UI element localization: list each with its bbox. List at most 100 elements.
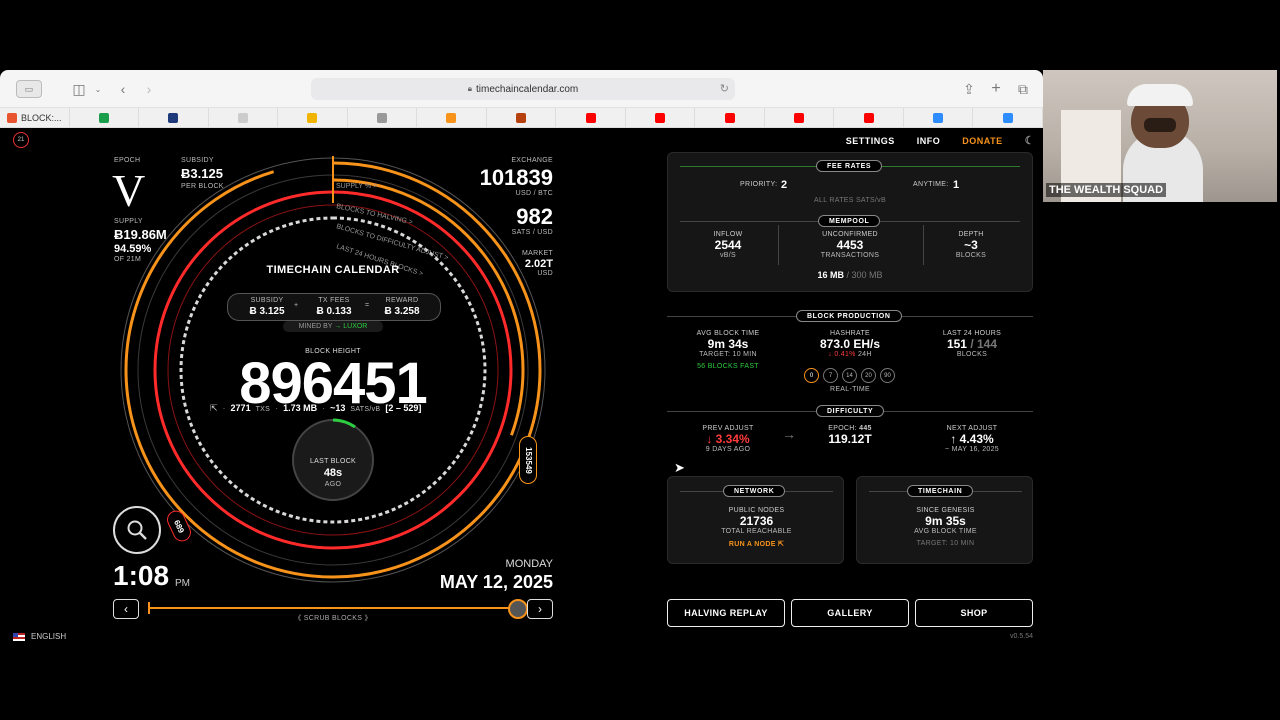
sidebar-icon: ◫ <box>72 80 86 97</box>
exchange-value: 101839 <box>479 165 553 190</box>
run-a-node-link[interactable]: RUN A NODE ⇱ <box>668 540 845 548</box>
site-logo-icon[interactable]: 21 <box>13 132 29 148</box>
subsidy-label: SUBSIDY <box>181 157 214 164</box>
browser-tab[interactable] <box>695 108 765 128</box>
shop-button[interactable]: SHOP <box>915 599 1033 627</box>
reload-icon[interactable]: ↻ <box>720 82 729 95</box>
total-reachable-label: TOTAL REACHABLE <box>721 528 792 535</box>
browser-tab[interactable] <box>834 108 904 128</box>
tx-fees-value: Ƀ 0.133 <box>316 306 352 317</box>
usd-btc-label: USD / BTC <box>515 190 553 197</box>
site-title: TIMECHAIN CALENDAR <box>266 264 400 276</box>
tab-favicon-icon <box>446 113 457 123</box>
next-adjust-stat: NEXT ADJUST ↑ 4.43% ~ MAY 16, 2025 <box>930 425 1014 453</box>
supply-percent: 94.59% <box>114 243 152 255</box>
tab-favicon-icon <box>7 113 17 123</box>
mempool-col-divider <box>923 225 924 265</box>
mined-by-row: MINED BY → LUXOR <box>283 321 383 332</box>
mouse-cursor-icon: ➤ <box>674 460 685 475</box>
next-block-button[interactable]: › <box>527 599 553 619</box>
depth-label: DEPTH <box>958 231 984 238</box>
gallery-button[interactable]: GALLERY <box>791 599 909 627</box>
hashrate-window-90[interactable]: 90 <box>880 368 895 383</box>
hashrate-window-0[interactable]: 0 <box>804 368 819 383</box>
miner-name[interactable]: → LUXOR <box>334 323 367 330</box>
market-unit: USD <box>537 270 553 277</box>
browser-tab[interactable]: BLOCK:... <box>0 108 70 128</box>
plus-icon: + <box>991 80 1001 97</box>
forward-button[interactable]: › <box>142 80 156 98</box>
halving-replay-button[interactable]: HALVING REPLAY <box>667 599 785 627</box>
back-button[interactable]: ‹ <box>116 80 130 98</box>
plus-sign: + <box>294 302 299 309</box>
tab-group-button[interactable]: ▭ <box>16 80 42 98</box>
timechain-card: TIMECHAIN SINCE GENESIS 9m 35s AVG BLOCK… <box>856 476 1033 564</box>
difficulty-arrow-icon: → <box>782 426 796 442</box>
ring-label-supply: SUPPLY % > <box>336 183 377 190</box>
nav-donate[interactable]: DONATE <box>962 136 1002 146</box>
mempool-tag: MEMPOOL <box>818 215 881 227</box>
scrub-slider-handle[interactable] <box>508 599 528 619</box>
browser-tab[interactable] <box>70 108 140 128</box>
language-selector[interactable]: ENGLISH <box>13 632 66 641</box>
theme-moon-icon[interactable]: ☾ <box>1025 134 1035 147</box>
browser-tab[interactable] <box>626 108 696 128</box>
halving-countdown-badge[interactable]: 153549 <box>519 436 537 484</box>
browser-tab[interactable] <box>348 108 418 128</box>
sidebar-toggle-button[interactable]: ◫ <box>70 80 88 98</box>
tab-favicon-icon <box>307 113 318 123</box>
sidebar-menu-chevron[interactable]: ⌄ <box>92 80 104 98</box>
external-link-icon[interactable]: ⇱ <box>210 403 218 414</box>
epoch-difficulty-stat: EPOCH: 445 119.12T <box>810 425 890 446</box>
since-genesis-stat: SINCE GENESIS 9m 35s AVG BLOCK TIME TARG… <box>857 507 1034 547</box>
tx-fees-label: TX FEES <box>318 297 350 304</box>
tab-favicon-icon <box>724 113 735 123</box>
hashrate-window-14[interactable]: 14 <box>842 368 857 383</box>
prev-block-button[interactable]: ‹ <box>113 599 139 619</box>
search-button[interactable] <box>113 506 161 554</box>
market-value: 2.02T <box>524 258 553 270</box>
priority-label: PRIORITY: <box>740 181 778 188</box>
network-card: NETWORK PUBLIC NODES 21736 TOTAL REACHAB… <box>667 476 844 564</box>
unconfirmed-unit: TRANSACTIONS <box>820 252 880 259</box>
anytime-value: 1 <box>953 179 960 191</box>
hashrate-change-row: ↓ 0.41% 24H <box>800 351 900 358</box>
blocks-fast: 56 BLOCKS FAST <box>697 363 759 370</box>
epoch-difficulty-label-row: EPOCH: 445 <box>810 425 890 432</box>
unconfirmed-stat: UNCONFIRMED 4453 TRANSACTIONS <box>800 231 900 259</box>
epoch-difficulty-value: 119.12T <box>828 432 872 446</box>
timechain-avg-label: AVG BLOCK TIME <box>914 528 977 535</box>
browser-tab[interactable] <box>765 108 835 128</box>
priority-value: 2 <box>781 179 788 191</box>
share-button[interactable]: ⇪ <box>962 80 976 98</box>
last-block-value: 48s <box>323 467 343 479</box>
top-nav: SETTINGS INFO DONATE ☾ <box>846 134 1035 147</box>
scrub-slider-track[interactable] <box>149 607 519 609</box>
browser-tab[interactable] <box>556 108 626 128</box>
block-txs-value: 2771 <box>230 403 251 413</box>
tab-favicon-icon <box>515 113 526 123</box>
block-txs-label: TXS <box>255 406 271 413</box>
hashrate-window-7[interactable]: 7 <box>823 368 838 383</box>
tab-overview-button[interactable]: ⧉ <box>1016 80 1030 98</box>
browser-tab[interactable] <box>973 108 1043 128</box>
address-bar[interactable]: 🔒︎ timechaincalendar.com ↻ <box>311 78 735 100</box>
browser-tab[interactable] <box>139 108 209 128</box>
browser-tab[interactable] <box>278 108 348 128</box>
browser-tab[interactable] <box>209 108 279 128</box>
browser-tab[interactable] <box>417 108 487 128</box>
tab-favicon-icon <box>237 113 248 123</box>
last-24h-unit: BLOCKS <box>956 351 988 358</box>
last-24h-value: 151 <box>946 337 967 351</box>
hashrate-window-20[interactable]: 20 <box>861 368 876 383</box>
browser-tab[interactable] <box>487 108 557 128</box>
nav-info[interactable]: INFO <box>917 136 941 146</box>
person-beard <box>1144 118 1176 132</box>
browser-window: ▭ ◫ ⌄ ‹ › 🔒︎ timechaincalendar.com ↻ ⇪ +… <box>0 70 1043 650</box>
browser-tab[interactable] <box>904 108 974 128</box>
public-nodes-value: 21736 <box>739 514 774 528</box>
nav-settings[interactable]: SETTINGS <box>846 136 895 146</box>
tab-overview-icon: ⧉ <box>1018 80 1028 97</box>
webcam-overlay: THE WEALTH SQUAD <box>1043 70 1277 202</box>
new-tab-button[interactable]: + <box>989 80 1003 98</box>
